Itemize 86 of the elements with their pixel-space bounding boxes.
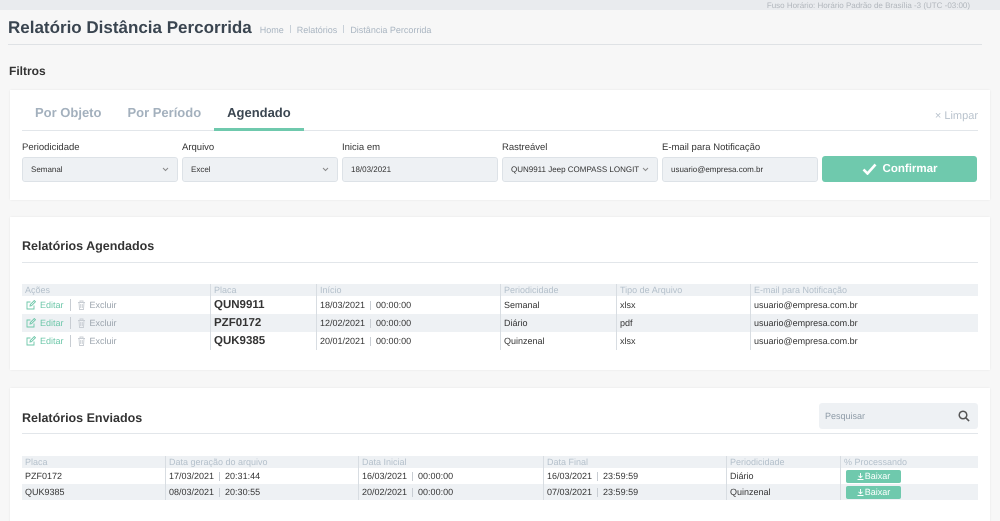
breadcrumb-link[interactable]: Home: [260, 25, 284, 35]
table-cell: 08/03/2021: [169, 487, 214, 497]
column-header: Data geração do arquivo: [165, 456, 358, 468]
breadcrumb-link[interactable]: Relatórios: [296, 25, 338, 35]
field-label: Periodicidade: [22, 142, 81, 153]
table-cell: 17/03/2021: [169, 471, 214, 481]
edit-link[interactable]: Editar: [26, 300, 64, 310]
clear-button[interactable]: × Limpar: [934, 110, 978, 130]
edit-icon: [26, 318, 36, 328]
chevron-icon: [322, 167, 329, 172]
download-icon: [856, 488, 864, 496]
chevron-icon: [162, 167, 169, 172]
column-header: Periodicidade: [726, 456, 840, 468]
table-cell: usuario@empresa.com.br: [750, 332, 980, 350]
tab[interactable]: Agendado: [214, 105, 304, 131]
table-cell-text: PZF0172: [24, 470, 64, 483]
card-title: Relatórios Enviados: [22, 411, 142, 427]
download-button[interactable]: Baixar: [846, 470, 901, 482]
table-cell: 16/03/2021: [362, 471, 408, 481]
page-title: Relatório Distância Percorrida: [8, 18, 252, 38]
table-cell: 07/03/2021: [547, 487, 592, 497]
trash-icon: [76, 336, 86, 346]
column-header: E-mail para Notificação: [750, 284, 980, 296]
column-header: Placa: [24, 456, 49, 468]
check-icon: [862, 163, 877, 175]
table-cell: 20/01/2021: [320, 336, 366, 346]
field-label: Inicia em: [342, 142, 382, 153]
breadcrumb-link[interactable]: Distância Percorrida: [350, 25, 432, 35]
select-field[interactable]: QUN9911 Jeep COMPASS LONGIT: [502, 157, 658, 182]
table-cell: 16/03/2021: [547, 471, 592, 481]
table-cell: 23:59:59: [603, 471, 638, 481]
select-field[interactable]: Semanal: [22, 157, 178, 182]
column-header: Tipo de Arquivo: [616, 284, 750, 296]
select-field[interactable]: Excel: [182, 157, 338, 182]
table-cell: 00:00:00: [418, 471, 454, 481]
table-cell: QUK9385: [210, 332, 316, 350]
search-icon: [958, 410, 970, 422]
table-cell: Quinzenal: [500, 332, 616, 350]
input-field[interactable]: 18/03/2021: [342, 157, 498, 182]
column-header: Periodicidade: [500, 284, 616, 296]
table-cell: 20/02/2021: [362, 487, 408, 497]
edit-icon: [26, 300, 36, 310]
field-label: E-mail para Notificação: [662, 142, 762, 153]
column-header: Ações: [24, 284, 52, 296]
column-header: % Processando: [840, 456, 978, 468]
confirm-button[interactable]: Confirmar: [822, 156, 977, 182]
column-header: Data Inicial: [358, 456, 543, 468]
table-cell: 00:00:00: [376, 318, 412, 328]
table-cell: PZF0172: [210, 314, 316, 332]
column-header: Data Final: [543, 456, 726, 468]
delete-link[interactable]: Excluir: [76, 300, 117, 310]
table-cell: 12/02/2021: [320, 318, 366, 328]
field-label: Rastreável: [502, 142, 548, 153]
field-label: Arquivo: [182, 142, 216, 153]
edit-icon: [26, 336, 36, 346]
card-title: Relatórios Agendados: [22, 238, 156, 255]
edit-link[interactable]: Editar: [26, 318, 64, 328]
trash-icon: [76, 300, 86, 310]
timezone-text: Fuso Horário: Horário Padrão de Brasília -3 (UTC -03:00): [766, 0, 970, 10]
table-cell: Diário: [500, 314, 616, 332]
section-title: Filtros: [9, 64, 47, 79]
delete-link[interactable]: Excluir: [76, 336, 117, 346]
table-cell: 00:00:00: [418, 487, 454, 497]
table-cell: 20:31:44: [225, 471, 260, 481]
table-cell: usuario@empresa.com.br: [750, 314, 980, 332]
table-cell: 23:59:59: [603, 487, 638, 497]
tab[interactable]: Por Objeto: [22, 105, 114, 131]
table-cell: 20:30:55: [225, 487, 260, 497]
download-button[interactable]: Baixar: [846, 486, 901, 498]
table-cell: xlsx: [616, 332, 750, 350]
table-cell: 18/03/2021: [320, 300, 366, 310]
edit-link[interactable]: Editar: [26, 336, 64, 346]
input-field[interactable]: usuario@empresa.com.br: [662, 157, 818, 182]
search-field[interactable]: Pesquisar: [819, 403, 978, 429]
column-header: Placa: [210, 284, 316, 296]
chevron-icon: [642, 167, 649, 172]
delete-link[interactable]: Excluir: [76, 318, 117, 328]
trash-icon: [76, 318, 86, 328]
tab[interactable]: Por Período: [114, 105, 214, 131]
table-cell: Quinzenal: [726, 484, 840, 500]
download-icon: [856, 472, 864, 480]
table-cell-text: QUK9385: [24, 486, 66, 499]
table-cell: pdf: [616, 314, 750, 332]
column-header: Início: [316, 284, 500, 296]
table-cell: 00:00:00: [376, 300, 412, 310]
table-cell: 00:00:00: [376, 336, 412, 346]
